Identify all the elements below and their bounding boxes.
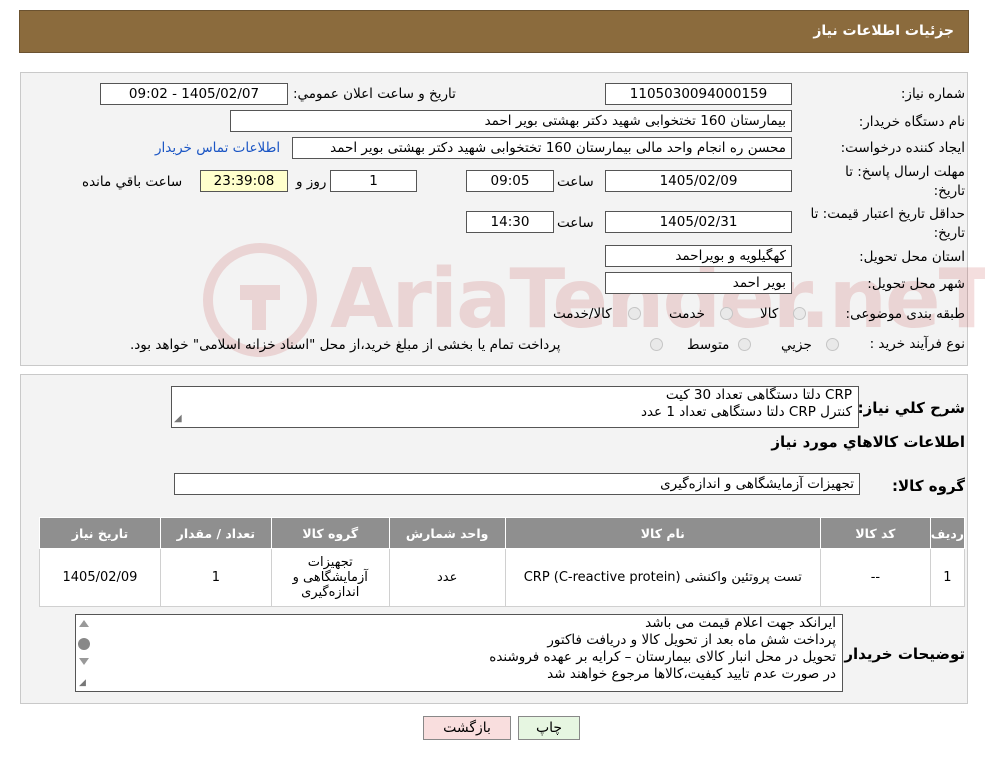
validity-date-field: 1405/02/31 — [605, 211, 792, 233]
buyer-note-line-2: پرداخت شش ماه بعد از تحویل کالا و دریافت… — [547, 632, 836, 648]
col-unit: واحد شمارش — [388, 517, 506, 549]
deadline-date-field: 1405/02/09 — [605, 170, 792, 192]
creator-label: ایجاد کننده درخواست: — [840, 140, 965, 156]
validity-time-field: 14:30 — [466, 211, 554, 233]
scroll-down-icon[interactable] — [79, 658, 89, 665]
page-title: جزئیات اطلاعات نیاز — [813, 23, 954, 39]
goods-group-label: گروه کالا: — [892, 477, 965, 495]
resize-handle-icon[interactable]: ◢ — [79, 678, 86, 688]
validity-label-date: تاریخ: — [933, 225, 965, 241]
category-option-goods-service: کالا/خدمت — [553, 306, 612, 322]
category-radio-goods[interactable] — [793, 307, 806, 320]
days-remaining-field: 1 — [330, 170, 417, 192]
scroll-up-icon[interactable] — [79, 620, 89, 627]
buyer-note-line-3: تحویل در محل انبار کالای بیمارستان – کرا… — [489, 649, 836, 665]
page-header: جزئیات اطلاعات نیاز — [19, 10, 969, 53]
province-label: استان محل تحويل: — [859, 249, 965, 265]
city-field: بویر احمد — [605, 272, 792, 294]
validity-label: حداقل تاریخ اعتبار قیمت: تا — [810, 206, 965, 222]
notes-scrollbar[interactable]: ◢ — [77, 616, 93, 690]
back-button[interactable]: بازگشت — [423, 716, 511, 740]
remaining-time-field: 23:39:08 — [200, 170, 288, 192]
col-row: رديف — [929, 517, 966, 549]
summary-line-1: CRP دلتا دستگاهی تعداد 30 کیت — [665, 387, 852, 403]
deadline-label: مهلت ارسال پاسخ: تا — [845, 164, 965, 180]
purchase-radio-medium[interactable] — [738, 338, 751, 351]
cell-quantity: 1 — [159, 548, 272, 607]
need-number-label: شماره نیاز: — [900, 86, 965, 102]
deadline-time-label: ساعت — [557, 174, 594, 190]
purchase-radio-minor[interactable] — [826, 338, 839, 351]
province-field: کهگیلویه و بویراحمد — [605, 245, 792, 267]
summary-textarea[interactable]: CRP دلتا دستگاهی تعداد 30 کیت کنترل CRP … — [171, 386, 859, 428]
summary-label: شرح کلي نياز: — [857, 399, 965, 417]
col-name: نام کالا — [504, 517, 822, 549]
col-quantity: تعداد / مقدار — [159, 517, 272, 549]
scroll-thumb[interactable] — [78, 638, 90, 650]
cell-row: 1 — [929, 548, 966, 607]
category-radio-service[interactable] — [720, 307, 733, 320]
buyer-contact-link[interactable]: اطلاعات تماس خريدار — [155, 140, 280, 156]
table-row[interactable]: 1 -- تست پروتئین واکنشی CRP (C-reactive … — [39, 548, 966, 607]
purchase-type-label: نوع فرآیند خرید : — [869, 336, 965, 352]
category-option-goods: کالا — [760, 306, 779, 322]
buyer-notes-label: توضیحات خریدار: — [838, 645, 965, 663]
deadline-label-date: تاریخ: — [933, 183, 965, 199]
summary-line-2: کنترل CRP دلتا دستگاهی تعداد 1 عدد — [640, 404, 852, 420]
purchase-option-medium: متوسط — [687, 337, 730, 353]
category-label: طبقه بندی موضوعی: — [845, 306, 965, 322]
need-number-field: 1105030094000159 — [605, 83, 792, 105]
buyer-note-line-4: در صورت عدم تایید کیفیت،کالاها مرجوع خوا… — [547, 666, 836, 682]
announce-label: تاریخ و ساعت اعلان عمومي: — [293, 86, 456, 102]
cell-name: تست پروتئین واکنشی CRP (C-reactive prote… — [504, 548, 822, 607]
city-label: شهر محل تحويل: — [867, 276, 965, 292]
print-button[interactable]: چاپ — [518, 716, 580, 740]
cell-unit: عدد — [388, 548, 506, 607]
category-radio-goods-service[interactable] — [628, 307, 641, 320]
buyer-org-field: بیمارستان 160 تختخوابی شهید دکتر بهشتی ب… — [230, 110, 792, 132]
buyer-note-line-1: ایرانکد جهت اعلام قیمت می باشد — [645, 615, 836, 631]
resize-handle-icon[interactable]: ◢ — [174, 410, 182, 427]
items-table: رديف کد کالا نام کالا واحد شمارش گروه کا… — [39, 517, 966, 607]
validity-time-label: ساعت — [557, 215, 594, 231]
creator-field: محسن ره انجام واحد مالی بیمارستان 160 تخ… — [292, 137, 792, 159]
cell-code: -- — [820, 548, 931, 607]
items-section-title: اطلاعات کالاهاي مورد نياز — [771, 433, 965, 451]
deadline-time-field: 09:05 — [466, 170, 554, 192]
cell-group: تجهیزات آزمایشگاهی و اندازه‌گیری — [270, 548, 390, 607]
purchase-note: پرداخت تمام یا بخشی از مبلغ خرید،از محل … — [130, 337, 561, 353]
goods-group-field: تجهیزات آزمایشگاهی و اندازه‌گیری — [174, 473, 860, 495]
category-option-service: خدمت — [669, 306, 705, 322]
buyer-notes-textarea[interactable]: ایرانکد جهت اعلام قیمت می باشد پرداخت شش… — [75, 614, 843, 692]
col-need-date: تاريخ نياز — [39, 517, 161, 549]
col-group: گروه کالا — [270, 517, 390, 549]
remaining-label: ساعت باقي مانده — [82, 174, 183, 190]
table-header-row: رديف کد کالا نام کالا واحد شمارش گروه کا… — [39, 517, 966, 549]
purchase-option-minor: جزیي — [781, 337, 812, 353]
days-label: روز و — [296, 174, 327, 190]
cell-need-date: 1405/02/09 — [39, 548, 161, 607]
announce-datetime-field: 1405/02/07 - 09:02 — [100, 83, 288, 105]
col-code: کد کالا — [820, 517, 931, 549]
purchase-radio-treasury[interactable] — [650, 338, 663, 351]
buyer-org-label: نام دستگاه خريدار: — [858, 114, 965, 130]
